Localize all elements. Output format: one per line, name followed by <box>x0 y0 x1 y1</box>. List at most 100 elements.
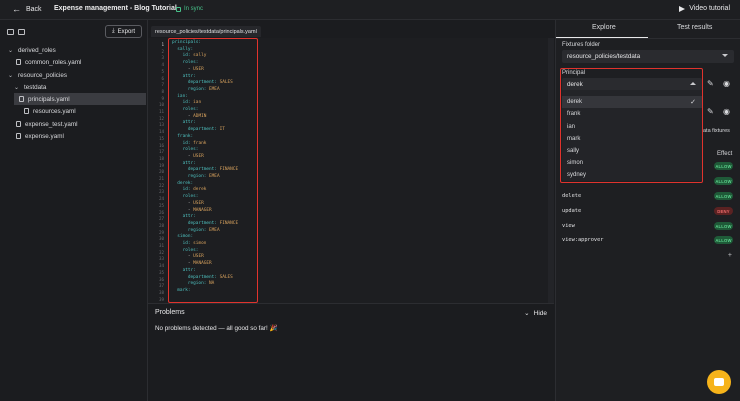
line-number: 38 <box>158 289 164 295</box>
dropdown-option[interactable]: simon <box>562 157 702 169</box>
code-line: sally: <box>172 47 193 52</box>
export-button[interactable]: ⤓ Export <box>105 25 142 38</box>
yaml-key: - <box>172 207 194 213</box>
code-line: attr: <box>172 74 196 79</box>
tree-file-principals[interactable]: principals.yaml <box>14 93 146 105</box>
new-folder-icon[interactable] <box>18 29 25 35</box>
yaml-key: - <box>172 261 194 267</box>
yaml-key: frank: <box>172 133 194 139</box>
yaml-key: ian: <box>172 93 188 99</box>
yaml-value: frank <box>193 140 207 146</box>
edit-icon[interactable]: ✎ <box>707 107 714 116</box>
fixtures-select[interactable]: resource_policies/testdata <box>562 50 734 63</box>
effect-header: Effect <box>717 151 733 157</box>
line-number: 23 <box>158 189 164 195</box>
effect-badge: DENY <box>714 207 733 215</box>
problems-panel: Problems ⌄ Hide No problems detected — a… <box>148 303 554 401</box>
eye-icon[interactable]: ◉ <box>723 79 730 88</box>
code-area[interactable]: 1 2 3 4 5 6 7 8 9 10 11 12 13 14 15 16 17 18 19 20 21 22 23 24 2… <box>148 38 554 303</box>
back-button[interactable]: ← Back <box>12 5 42 14</box>
tab-explore[interactable]: Explore <box>592 24 616 31</box>
tree-label: resource_policies <box>18 71 68 79</box>
effect-badge: ALLOW <box>714 236 733 244</box>
yaml-key: - <box>172 200 194 206</box>
option-label: simon <box>567 160 584 166</box>
tree-folder-testdata[interactable]: ⌄ testdata <box>14 81 46 93</box>
line-number: 22 <box>158 182 164 188</box>
chevron-down-icon: ⌄ <box>8 47 14 54</box>
dropdown-option[interactable]: frank <box>562 108 702 120</box>
yaml-key: region: <box>172 174 210 179</box>
code-line: attr: <box>172 161 196 166</box>
code-line: roles: <box>172 147 199 152</box>
tree-file-expense[interactable]: expense.yaml <box>16 130 64 142</box>
option-label: ian <box>567 124 576 130</box>
active-tab-indicator <box>556 37 648 38</box>
line-number: 10 <box>158 102 164 108</box>
line-number: 31 <box>158 243 164 248</box>
code-line: roles: <box>172 60 199 65</box>
line-number: 12 <box>158 115 164 121</box>
editor-scrollbar[interactable] <box>548 38 554 303</box>
effect-badge: ALLOW <box>714 162 733 170</box>
tree-folder-derived-roles[interactable]: ⌄ derived_roles <box>8 44 56 56</box>
tree-file-common-roles[interactable]: common_roles.yaml <box>16 56 81 68</box>
tree-file-resources[interactable]: resources.yaml <box>24 105 76 117</box>
tree-label: expense_test.yaml <box>25 120 78 128</box>
tree-label: expense.yaml <box>25 132 64 140</box>
line-number: 1 <box>161 42 164 47</box>
sidebar-tools <box>7 29 25 35</box>
video-tutorial-button[interactable]: Video tutorial <box>679 5 730 12</box>
yaml-key: id: <box>172 140 194 146</box>
chevron-down-icon: ⌄ <box>524 310 530 317</box>
line-number: 3 <box>161 55 164 61</box>
line-number: 9 <box>161 95 164 101</box>
yaml-value: derek <box>193 187 207 193</box>
yaml-value: sally <box>193 53 207 59</box>
play-icon <box>679 5 686 12</box>
yaml-key: - <box>172 113 194 119</box>
line-number: 25 <box>158 202 164 208</box>
dropdown-option[interactable]: sally <box>562 145 702 157</box>
option-label: frank <box>567 111 581 117</box>
add-icon[interactable]: + <box>728 252 732 259</box>
yaml-value: simon <box>193 241 207 246</box>
yaml-key: id: <box>172 241 194 246</box>
line-number: 19 <box>158 162 164 168</box>
code-line: id: ian <box>172 100 202 105</box>
code-line: principals: <box>172 40 201 45</box>
chat-launcher-button[interactable] <box>707 370 731 394</box>
yaml-value: USER <box>193 66 204 72</box>
code-line: roles: <box>172 248 199 253</box>
yaml-key: region: <box>172 281 210 287</box>
dropdown-option[interactable]: mark <box>562 133 702 145</box>
new-file-icon[interactable] <box>7 29 14 35</box>
file-icon <box>19 96 24 102</box>
yaml-value: IT <box>219 127 225 133</box>
code-line: id: simon <box>172 241 207 246</box>
dropdown-option[interactable]: ian <box>562 121 702 133</box>
dropdown-option[interactable]: sydney <box>562 169 702 181</box>
check-icon: ✓ <box>690 99 696 106</box>
hide-problems-button[interactable]: ⌄ Hide <box>524 309 547 318</box>
principal-dropdown: derek ✓ frank ian mark sally simon sydne… <box>562 90 702 181</box>
yaml-key: department: <box>172 274 220 280</box>
yaml-key: - <box>172 153 194 159</box>
code-line: department: SALES <box>172 275 233 280</box>
eye-icon[interactable]: ◉ <box>723 107 730 116</box>
editor-tab[interactable]: resource_policies/testdata/principals.ya… <box>151 26 261 37</box>
dropdown-option[interactable]: derek ✓ <box>562 96 702 108</box>
tree-label: derived_roles <box>18 46 56 54</box>
line-number: 39 <box>158 296 164 302</box>
tree-folder-resource-policies[interactable]: ⌄ resource_policies <box>8 69 67 81</box>
tree-file-expense-test[interactable]: expense_test.yaml <box>16 118 78 130</box>
tab-test-results[interactable]: Test results <box>677 24 712 31</box>
top-bar: ← Back Expense management - Blog Tutoria… <box>0 0 740 20</box>
edit-icon[interactable]: ✎ <box>707 79 714 88</box>
code-line: id: frank <box>172 140 207 146</box>
code-line: mark: <box>172 288 190 293</box>
chevron-down-icon: ⌄ <box>14 84 20 91</box>
download-icon: ⤓ <box>112 28 115 34</box>
effect-badge: ALLOW <box>714 177 733 185</box>
yaml-key: region: <box>172 86 210 92</box>
